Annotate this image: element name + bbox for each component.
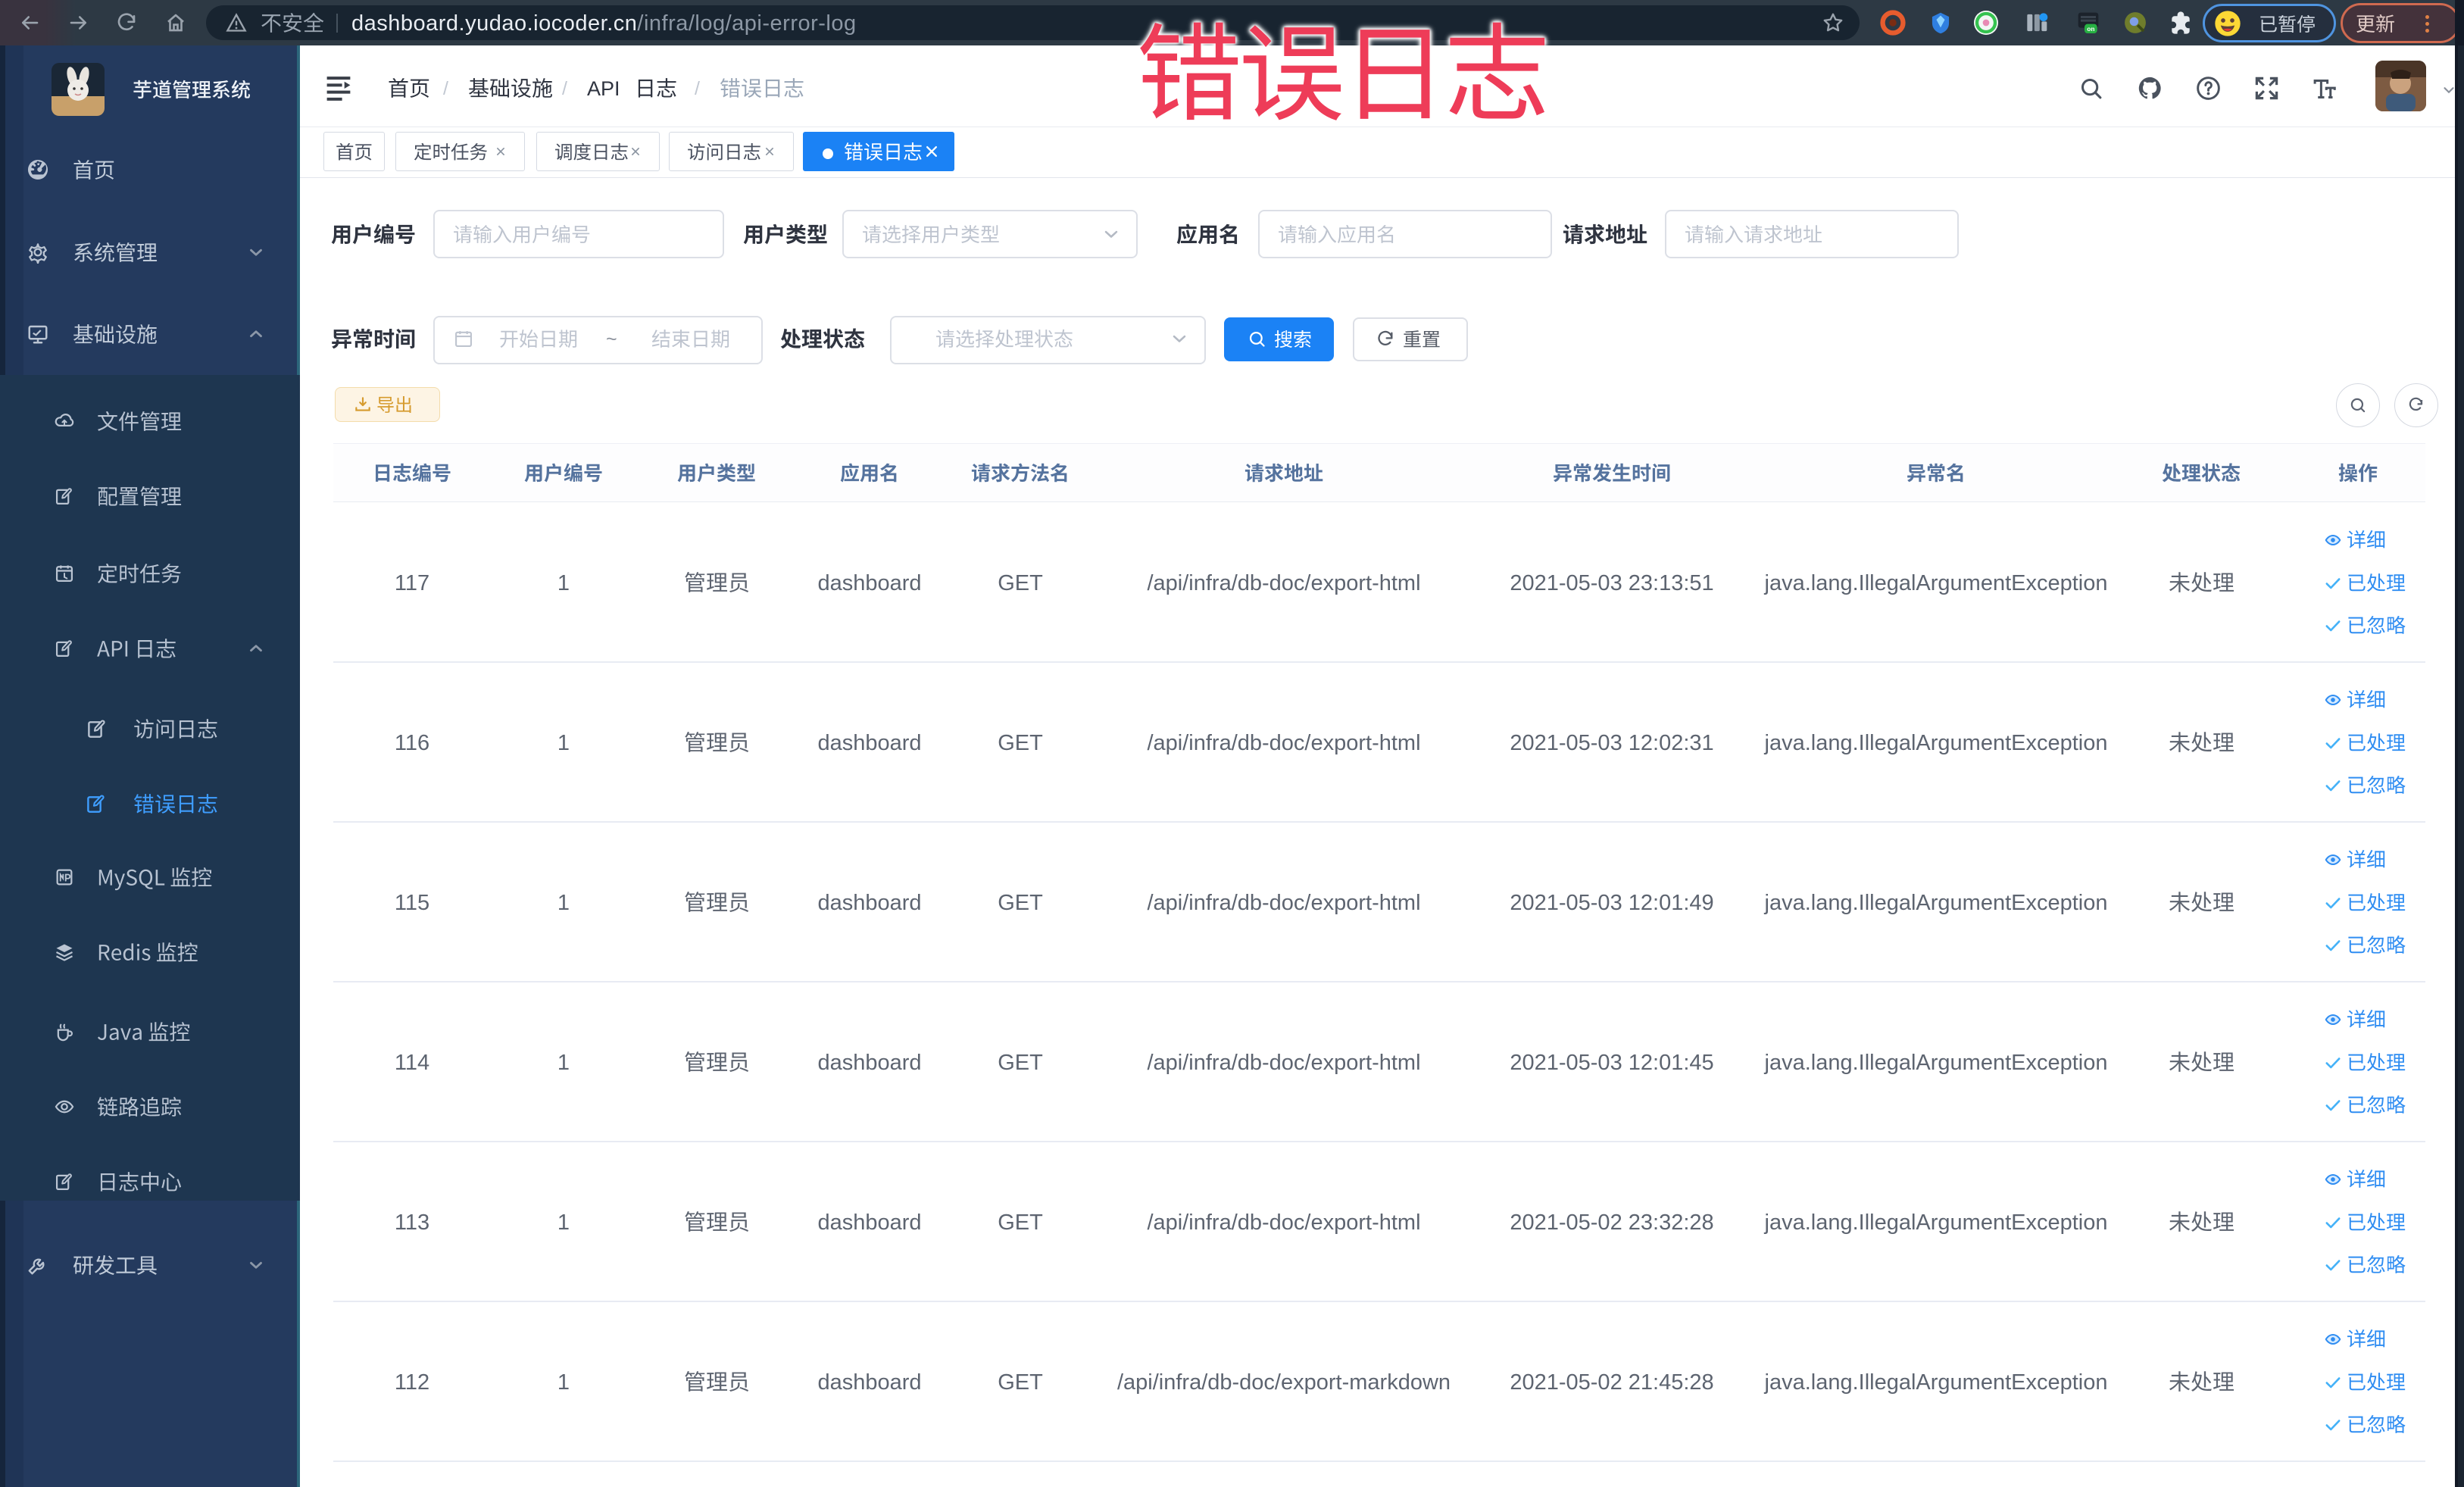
svg-text:on: on [2087,25,2094,33]
